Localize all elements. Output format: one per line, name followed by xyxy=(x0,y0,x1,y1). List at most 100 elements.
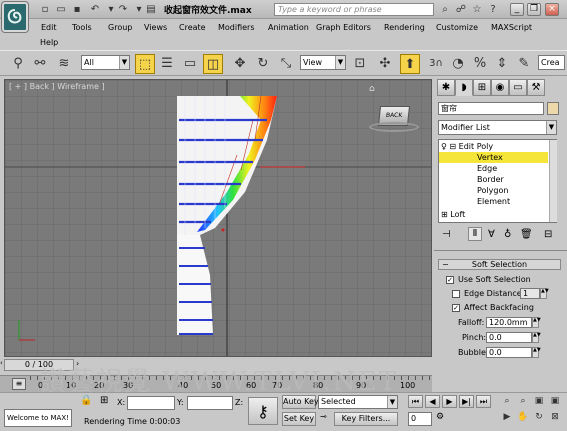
stack-item-border[interactable]: Border xyxy=(439,174,548,185)
select-by-name-icon[interactable]: ☰ xyxy=(157,54,177,74)
redo-icon[interactable]: ↷ xyxy=(116,3,130,16)
maximize-viewport-icon[interactable]: ⊠ xyxy=(548,411,562,424)
menu-maxscript[interactable]: MAXScript xyxy=(491,23,532,32)
tab-utilities-icon[interactable]: ⚒ xyxy=(527,79,545,96)
auto-key-button[interactable]: Auto Key xyxy=(282,395,319,409)
angle-snap-icon[interactable]: ◔ xyxy=(448,54,468,74)
stack-item-loft[interactable]: ⊞ Loft xyxy=(439,209,548,220)
trash-icon[interactable]: 🗑 xyxy=(520,229,533,240)
menu-modifiers[interactable]: Modifiers xyxy=(218,23,255,32)
unlink-icon[interactable]: ⚯ xyxy=(30,54,50,74)
y-coord-field[interactable] xyxy=(187,396,233,410)
falloff-spinner[interactable]: 120.0mm ▲▼ xyxy=(486,317,541,328)
menu-help[interactable]: Help xyxy=(40,38,58,47)
lock-selection-icon[interactable]: 🔒 xyxy=(80,395,92,406)
key-mode-dropdown[interactable]: Selected ▼ xyxy=(318,395,398,409)
object-color-swatch[interactable] xyxy=(547,102,559,115)
stack-item-polygon[interactable]: Polygon xyxy=(439,185,548,196)
select-and-move-icon[interactable]: ✥ xyxy=(230,54,250,74)
menu-customize[interactable]: Customize xyxy=(436,23,478,32)
search-icon[interactable]: ⌕ xyxy=(438,3,452,16)
pivot-center-icon[interactable]: ⊡ xyxy=(350,54,370,74)
app-logo-icon[interactable] xyxy=(2,2,28,32)
slider-right-arrow-icon[interactable]: › xyxy=(76,359,79,368)
named-selection-input[interactable]: Crea xyxy=(538,55,565,70)
close-button[interactable]: × xyxy=(545,3,559,16)
track-bar-ruler[interactable]: ≡ 0 10 20 30 40 50 60 70 80 90 100 xyxy=(0,375,432,392)
spinner-arrows-icon[interactable]: ▲▼ xyxy=(532,347,541,358)
open-file-icon[interactable]: ▭ xyxy=(54,3,68,16)
go-to-end-icon[interactable]: ⏭ xyxy=(476,395,491,408)
stack-scrollbar[interactable] xyxy=(549,140,557,222)
light-bulb-icon[interactable]: ♀ xyxy=(441,142,447,151)
rectangular-selection-icon[interactable]: ▭ xyxy=(180,54,200,74)
time-configuration-icon[interactable]: ⚙ xyxy=(436,412,444,422)
menu-group[interactable]: Group xyxy=(108,23,132,32)
pinch-spinner[interactable]: 0.0 ▲▼ xyxy=(486,332,541,343)
current-frame-field[interactable]: 0 xyxy=(408,412,432,426)
favorites-star-icon[interactable]: ☆ xyxy=(470,3,484,16)
menu-edit[interactable]: Edit xyxy=(41,23,57,32)
menu-animation[interactable]: Animation xyxy=(268,23,309,32)
bind-space-warp-icon[interactable]: ≋ xyxy=(54,54,74,74)
communication-center-icon[interactable]: ☍ xyxy=(454,3,468,16)
snaps-toggle-icon[interactable]: 3∩ xyxy=(426,54,446,74)
maxscript-listener[interactable]: Welcome to MAX! xyxy=(4,409,72,427)
remove-modifier-icon[interactable]: ♁ xyxy=(504,229,511,240)
viewcube-compass-ring[interactable] xyxy=(369,122,419,132)
expand-icon[interactable]: ⊞ xyxy=(441,210,448,219)
modifier-list-dropdown[interactable]: Modifier List ▼ xyxy=(438,120,557,135)
set-key-button[interactable]: Set Key xyxy=(282,412,316,426)
select-and-link-icon[interactable]: ⚲ xyxy=(8,54,28,74)
keyboard-shortcut-override-icon[interactable]: ⬆ xyxy=(400,54,420,74)
tab-modify-icon[interactable]: ◗ xyxy=(455,79,473,96)
spinner-arrows-icon[interactable]: ▲▼ xyxy=(540,288,549,299)
tab-create-icon[interactable]: ✱ xyxy=(437,79,455,96)
reference-coordinate-dropdown[interactable]: View ▼ xyxy=(300,55,346,70)
use-soft-selection-checkbox[interactable]: ✓ xyxy=(446,276,454,284)
mini-curve-editor-icon[interactable]: ≡ xyxy=(12,378,26,390)
set-key-icon[interactable]: ⚷ xyxy=(248,397,278,425)
zoom-extents-all-icon[interactable]: ▣ xyxy=(548,395,562,408)
pan-view-icon[interactable]: ✋ xyxy=(516,411,530,424)
play-icon[interactable]: ▶ xyxy=(442,395,457,408)
tab-motion-icon[interactable]: ◉ xyxy=(491,79,509,96)
save-file-icon[interactable]: ▪ xyxy=(70,3,84,16)
viewport-back-wireframe[interactable]: [ + ] Back ] Wireframe ] BACK ⌂ xyxy=(4,79,432,357)
restore-button[interactable]: ❐ xyxy=(527,3,541,16)
stack-item-edit-poly[interactable]: ♀ ⊟ Edit Poly xyxy=(439,141,548,152)
select-and-rotate-icon[interactable]: ↻ xyxy=(253,54,273,74)
minimize-button[interactable]: _ xyxy=(510,3,524,16)
stack-item-element[interactable]: Element xyxy=(439,196,548,207)
project-folder-icon[interactable]: ▤ xyxy=(144,3,158,16)
pin-stack-icon[interactable]: ⊣ xyxy=(442,229,451,240)
select-object-icon[interactable]: ⬚ xyxy=(135,54,155,74)
x-coord-field[interactable] xyxy=(127,396,175,410)
menu-graph-editors[interactable]: Graph Editors xyxy=(316,23,371,32)
zoom-extents-icon[interactable]: ▣ xyxy=(532,395,546,408)
key-filters-button[interactable]: Key Filters... xyxy=(334,412,398,426)
expand-icon[interactable]: ⊟ xyxy=(449,142,456,151)
menu-rendering[interactable]: Rendering xyxy=(384,23,425,32)
edge-distance-spinner[interactable]: 1 ▲▼ xyxy=(520,288,549,299)
menu-create[interactable]: Create xyxy=(179,23,206,32)
spinner-arrows-icon[interactable]: ▲▼ xyxy=(532,317,541,328)
tab-hierarchy-icon[interactable]: ⊞ xyxy=(473,79,491,96)
stack-item-edge[interactable]: Edge xyxy=(439,163,548,174)
window-crossing-icon[interactable]: ◫ xyxy=(203,54,223,74)
zoom-all-icon[interactable]: ⌕ xyxy=(516,395,530,408)
undo-icon[interactable]: ↶ xyxy=(88,3,102,16)
orbit-icon[interactable]: ↻ xyxy=(532,411,546,424)
spinner-arrows-icon[interactable]: ▲▼ xyxy=(532,332,541,343)
selection-filter-dropdown[interactable]: All ▼ xyxy=(81,55,130,70)
viewcube[interactable]: BACK xyxy=(369,102,419,132)
stack-item-vertex[interactable]: Vertex xyxy=(439,152,548,163)
key-tangent-icon[interactable]: ⊸ xyxy=(320,412,327,421)
home-icon[interactable]: ⌂ xyxy=(369,84,375,94)
previous-frame-icon[interactable]: ◀ xyxy=(425,395,440,408)
select-and-scale-icon[interactable]: ⤡ xyxy=(276,54,296,74)
show-end-result-icon[interactable]: Ⅱ xyxy=(468,227,482,241)
edge-distance-checkbox[interactable] xyxy=(452,290,460,298)
select-manipulate-icon[interactable]: ✣ xyxy=(375,54,395,74)
field-of-view-icon[interactable]: ▶ xyxy=(500,411,514,424)
